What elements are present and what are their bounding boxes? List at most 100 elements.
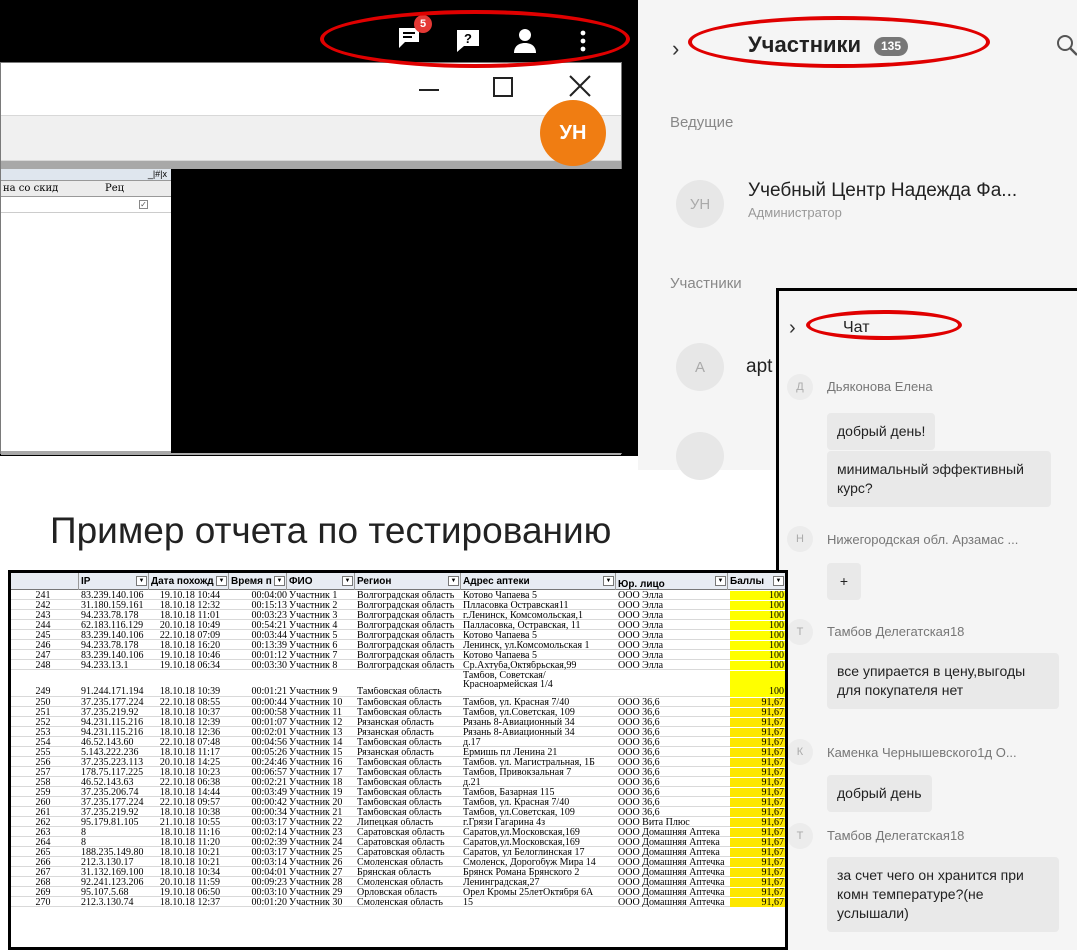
table-row[interactable]: 266 212.3.130.17 18.10.18 10:21 00:03:14 Уча…: [11, 858, 785, 867]
cell-time: 00:04:01: [251, 868, 287, 877]
chevron-right-icon[interactable]: ›: [672, 36, 679, 62]
filter-dropdown-icon[interactable]: ▼: [715, 576, 726, 586]
table-row[interactable]: 250 37.235.177.224 22.10.18 08:55 00:00:44 У…: [11, 698, 785, 707]
header-ip[interactable]: IP ▼: [79, 573, 149, 590]
cell-address: г.Ленинск, Комсомольская,1: [463, 611, 583, 620]
message-bubble: добрый день: [827, 775, 932, 812]
grid-title-controls[interactable]: _|#|x: [1, 169, 171, 181]
table-row[interactable]: 255 5.143.222.236 18.10.18 11:17 00:05:26 Уч…: [11, 748, 785, 757]
cell-rownum: 255: [35, 748, 51, 757]
participant-name[interactable]: apt: [746, 356, 772, 378]
cell-address: Палласовка, Остравская, 11: [463, 621, 581, 630]
chevron-right-icon[interactable]: ›: [789, 317, 796, 340]
grid-row[interactable]: ✓: [1, 197, 171, 213]
header-legal[interactable]: Юр. лицо ▼: [616, 573, 728, 590]
header-date[interactable]: Дата похожд ▼: [149, 573, 229, 590]
table-row[interactable]: 265 188.235.149.80 18.10.18 10:21 00:03:17 У…: [11, 848, 785, 857]
cell-score: 91,67: [730, 758, 785, 767]
shared-window: _|#|x на со скид Рец ✓: [0, 62, 623, 455]
cell-region: Тамбовская область: [357, 698, 442, 707]
cell-ip: 95.107.5.68: [81, 888, 129, 897]
cell-fio: Участник 14: [289, 738, 343, 747]
help-icon[interactable]: ?: [453, 26, 483, 56]
cell-time: 00:01:12: [251, 651, 287, 660]
filter-dropdown-icon[interactable]: ▼: [136, 576, 147, 586]
avatar[interactable]: УН: [540, 100, 606, 166]
cell-address: д.21: [463, 778, 481, 787]
filter-dropdown-icon[interactable]: ▼: [603, 576, 614, 586]
filter-dropdown-icon[interactable]: ▼: [448, 576, 459, 586]
table-row[interactable]: 254 46.52.143.60 22.10.18 07:48 00:04:56 Уча…: [11, 738, 785, 747]
header-address[interactable]: Адрес аптеки ▼: [461, 573, 616, 590]
cell-legal: ООО Элла: [618, 661, 664, 670]
close-icon[interactable]: [567, 73, 593, 99]
cell-address: Рязань 8-Авиационный 34: [463, 728, 575, 737]
table-row[interactable]: 258 46.52.143.63 22.10.18 06:38 00:02:21 Уча…: [11, 778, 785, 787]
participants-title: Участники: [748, 32, 862, 57]
table-row[interactable]: 252 94.231.115.216 18.10.18 12:39 00:01:07 У…: [11, 718, 785, 727]
search-icon[interactable]: [1056, 34, 1077, 56]
header-fio[interactable]: ФИО ▼: [287, 573, 355, 590]
chat-badge: 5: [414, 15, 432, 33]
table-row[interactable]: 269 95.107.5.68 19.10.18 06:50 00:03:10 Учас…: [11, 888, 785, 897]
header-time[interactable]: Время п ▼: [229, 573, 287, 590]
cell-legal: ООО 36,6: [618, 778, 660, 787]
cell-rownum: 250: [35, 698, 51, 707]
cell-time: 00:03:44: [251, 631, 287, 640]
table-row[interactable]: 241 83.239.140.106 19.10.18 10:44 00:04:00 У…: [11, 591, 785, 600]
cell-region: Рязанская область: [357, 718, 434, 727]
host-name[interactable]: Учебный Центр Надежда Фа...: [748, 180, 1017, 202]
minimize-icon[interactable]: [419, 89, 439, 91]
checkbox-icon[interactable]: ✓: [139, 200, 148, 209]
header-region[interactable]: Регион ▼: [355, 573, 461, 590]
cell-ip: 91.244.171.194: [81, 687, 144, 696]
cell-fio: Участник 12: [289, 718, 343, 727]
cell-fio: Участник 29: [289, 888, 343, 897]
table-row[interactable]: 242 31.180.159.161 18.10.18 12:32 00:15:13 У…: [11, 601, 785, 610]
table-row[interactable]: 243 94.233.78.178 18.10.18 11:01 00:03:23 Уч…: [11, 611, 785, 620]
cell-time: 00:01:20: [251, 898, 287, 907]
table-row[interactable]: 246 94.233.78.178 18.10.18 16:20 00:13:39 Уч…: [11, 641, 785, 650]
cell-ip: 37.235.206.74: [81, 788, 139, 797]
cell-fio: Участник 10: [289, 698, 343, 707]
table-row[interactable]: 267 31.132.169.100 18.10.18 10:34 00:04:01 У…: [11, 868, 785, 877]
maximize-icon[interactable]: [493, 77, 513, 97]
cell-time: 00:02:14: [251, 828, 287, 837]
cell-legal: ООО 36,6: [618, 758, 660, 767]
cell-rownum: 248: [35, 661, 51, 670]
table-row[interactable]: 247 83.239.140.106 19.10.18 10:46 00:01:12 У…: [11, 651, 785, 660]
cell-address: Саратов, ул Белоглинская 17: [463, 848, 585, 857]
table-row[interactable]: 262 95.179.81.105 21.10.18 10:55 00:03:17 Уч…: [11, 818, 785, 827]
cell-date: 22.10.18 07:09: [159, 631, 221, 640]
cell-fio: Участник 27: [289, 868, 343, 877]
filter-dropdown-icon[interactable]: ▼: [773, 576, 784, 586]
more-icon[interactable]: [568, 26, 598, 56]
filter-dropdown-icon[interactable]: ▼: [342, 576, 353, 586]
table-row[interactable]: 245 83.239.140.106 22.10.18 07:09 00:03:44 У…: [11, 631, 785, 640]
cell-score: 91,67: [730, 888, 785, 897]
cell-date: 18.10.18 14:44: [159, 788, 221, 797]
table-row[interactable]: 259 37.235.206.74 18.10.18 14:44 00:03:49 Уч…: [11, 788, 785, 797]
user-icon[interactable]: [510, 26, 540, 56]
cell-fio: Участник 5: [289, 631, 338, 640]
table-row[interactable]: 263 8 18.10.18 11:16 00:02:14 Участник 23 Сар…: [11, 828, 785, 837]
table-row[interactable]: 256 37.235.223.113 20.10.18 14:25 00:24:46 У…: [11, 758, 785, 767]
filter-dropdown-icon[interactable]: ▼: [274, 576, 285, 586]
cell-score: 91,67: [730, 878, 785, 887]
header-score[interactable]: Баллы ▼: [728, 573, 785, 590]
table-row[interactable]: 260 37.235.177.224 22.10.18 09:57 00:00:42 У…: [11, 798, 785, 807]
cell-rownum: 253: [35, 728, 51, 737]
table-row[interactable]: 270 212.3.130.74 18.10.18 12:37 00:01:20 Уча…: [11, 898, 785, 907]
cell-ip: 178.75.117.225: [81, 768, 144, 777]
table-row[interactable]: 261 37.235.219.92 18.10.18 10:38 00:00:34 Уч…: [11, 808, 785, 817]
table-row[interactable]: 248 94.233.13.1 19.10.18 06:34 00:03:30 Учас…: [11, 661, 785, 670]
table-row[interactable]: 244 62.183.116.129 20.10.18 10:49 00:54:21 У…: [11, 621, 785, 630]
table-row[interactable]: 249 91.244.171.194 18.10.18 10:39 00:01:21 У…: [11, 671, 785, 697]
table-row[interactable]: 257 178.75.117.225 18.10.18 10:23 00:06:57 У…: [11, 768, 785, 777]
table-row[interactable]: 251 37.235.219.92 18.10.18 10:37 00:00:58 Уч…: [11, 708, 785, 717]
cell-address: Котово Чапаева 5: [463, 591, 537, 600]
table-row[interactable]: 268 92.241.123.206 20.10.18 11:59 00:09:23 У…: [11, 878, 785, 887]
filter-dropdown-icon[interactable]: ▼: [216, 576, 227, 586]
table-row[interactable]: 264 8 18.10.18 11:20 00:02:39 Участник 24 Сар…: [11, 838, 785, 847]
table-row[interactable]: 253 94.231.115.216 18.10.18 12:36 00:02:01 У…: [11, 728, 785, 737]
